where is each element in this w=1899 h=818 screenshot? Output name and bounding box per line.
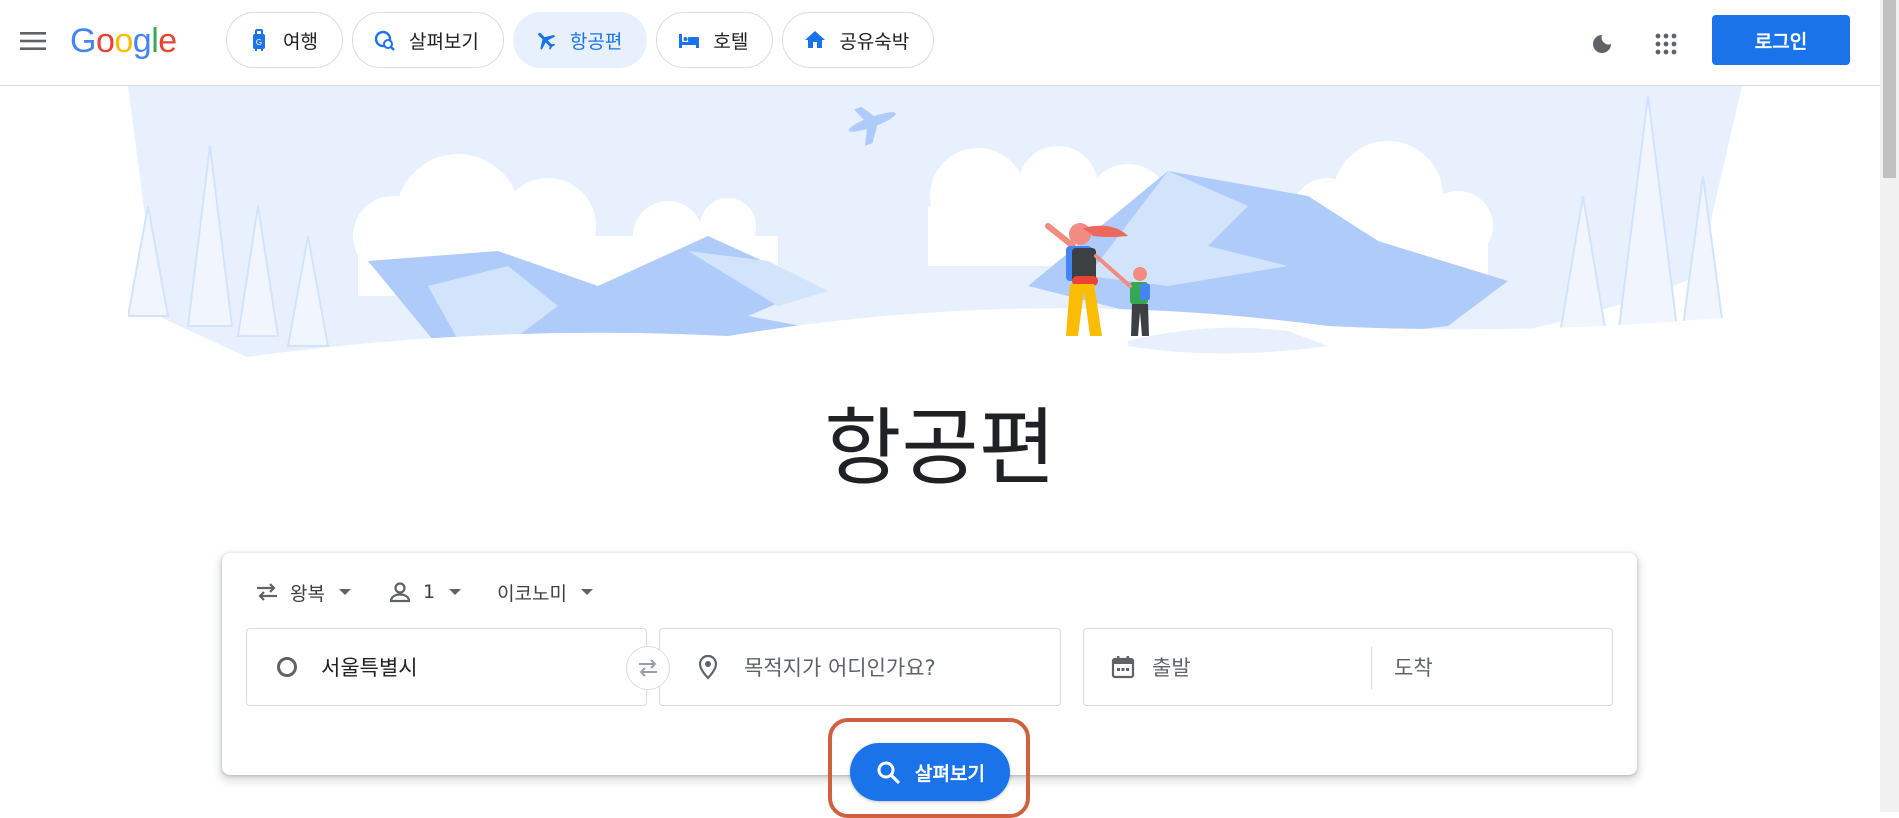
- dropdown-caret-icon: [338, 589, 351, 595]
- tab-explore[interactable]: 살펴보기: [351, 12, 504, 68]
- search-options-row: 왕복 1 이코노미: [246, 571, 601, 613]
- dropdown-caret-icon: [449, 589, 462, 595]
- destination-placeholder: 목적지가 어디인가요?: [744, 656, 936, 680]
- swap-arrows-icon: [257, 583, 277, 601]
- swap-horizontal-icon: [639, 659, 657, 677]
- cabin-class-select[interactable]: 이코노미: [489, 571, 601, 613]
- flight-icon: [538, 32, 556, 50]
- explore-icon: [374, 30, 395, 51]
- main-menu-button[interactable]: [12, 20, 54, 62]
- luggage-icon: G: [253, 29, 265, 51]
- person-icon: [389, 582, 411, 603]
- trip-type-value: 왕복: [290, 582, 325, 605]
- hotel-icon: [679, 34, 700, 48]
- explore-search-label: 살펴보기: [915, 762, 985, 785]
- svg-text:G: G: [256, 38, 262, 47]
- home-icon: [805, 31, 826, 48]
- origin-value: 서울특별시: [321, 656, 418, 680]
- menu-icon: [20, 32, 46, 50]
- destination-field[interactable]: 목적지가 어디인가요?: [659, 628, 1061, 706]
- dates-field[interactable]: 출발 도착: [1083, 628, 1613, 706]
- origin-field[interactable]: 서울특별시: [246, 628, 647, 706]
- tab-flights-label: 항공편: [569, 30, 623, 53]
- swap-origin-destination-button[interactable]: [626, 646, 670, 690]
- tab-travel-label: 여행: [283, 30, 318, 53]
- google-apps-button[interactable]: [1644, 22, 1688, 66]
- travel-nav-tabs: G 여행 살펴보기 항공편 호텔 공유숙박: [226, 12, 935, 68]
- tab-hotels-label: 호텔: [713, 30, 749, 53]
- trip-type-select[interactable]: 왕복: [246, 571, 359, 613]
- tab-hotels[interactable]: 호텔: [656, 12, 774, 68]
- calendar-icon: [1111, 656, 1135, 679]
- sign-in-button[interactable]: 로그인: [1712, 15, 1850, 65]
- moon-icon: [1593, 35, 1611, 53]
- google-logo[interactable]: Google: [70, 20, 177, 62]
- return-date-placeholder[interactable]: 도착: [1394, 652, 1433, 682]
- cabin-class-value: 이코노미: [497, 582, 567, 605]
- flights-hero-illustration: [128, 86, 1742, 426]
- date-divider: [1371, 647, 1372, 689]
- page-title: 항공편: [824, 399, 1056, 497]
- location-pin-icon: [698, 654, 718, 680]
- top-app-bar: Google G 여행 살펴보기 항공편 호텔 공유숙박 로그인: [0, 0, 1880, 86]
- passenger-count-select[interactable]: 1: [379, 571, 469, 613]
- tab-vacation-rentals-label: 공유숙박: [839, 30, 910, 53]
- scrollbar-thumb[interactable]: [1883, 0, 1896, 178]
- dark-theme-button[interactable]: [1580, 22, 1624, 66]
- explore-search-button[interactable]: 살펴보기: [850, 743, 1010, 801]
- departure-date-placeholder[interactable]: 출발: [1152, 652, 1191, 682]
- tab-travel[interactable]: G 여행: [226, 12, 343, 68]
- passenger-count-value: 1: [422, 581, 436, 603]
- tab-explore-label: 살펴보기: [408, 30, 479, 53]
- apps-grid-icon: [1655, 33, 1677, 55]
- search-icon: [877, 761, 900, 784]
- origin-circle-icon: [277, 657, 297, 677]
- flight-search-card: 왕복 1 이코노미 서울특별시 목적지가 어디인가요? 출발 도착 살펴보기: [222, 553, 1637, 801]
- dropdown-caret-icon: [580, 589, 593, 595]
- tab-flights[interactable]: 항공편: [512, 12, 648, 68]
- tab-vacation-rentals[interactable]: 공유숙박: [782, 12, 935, 68]
